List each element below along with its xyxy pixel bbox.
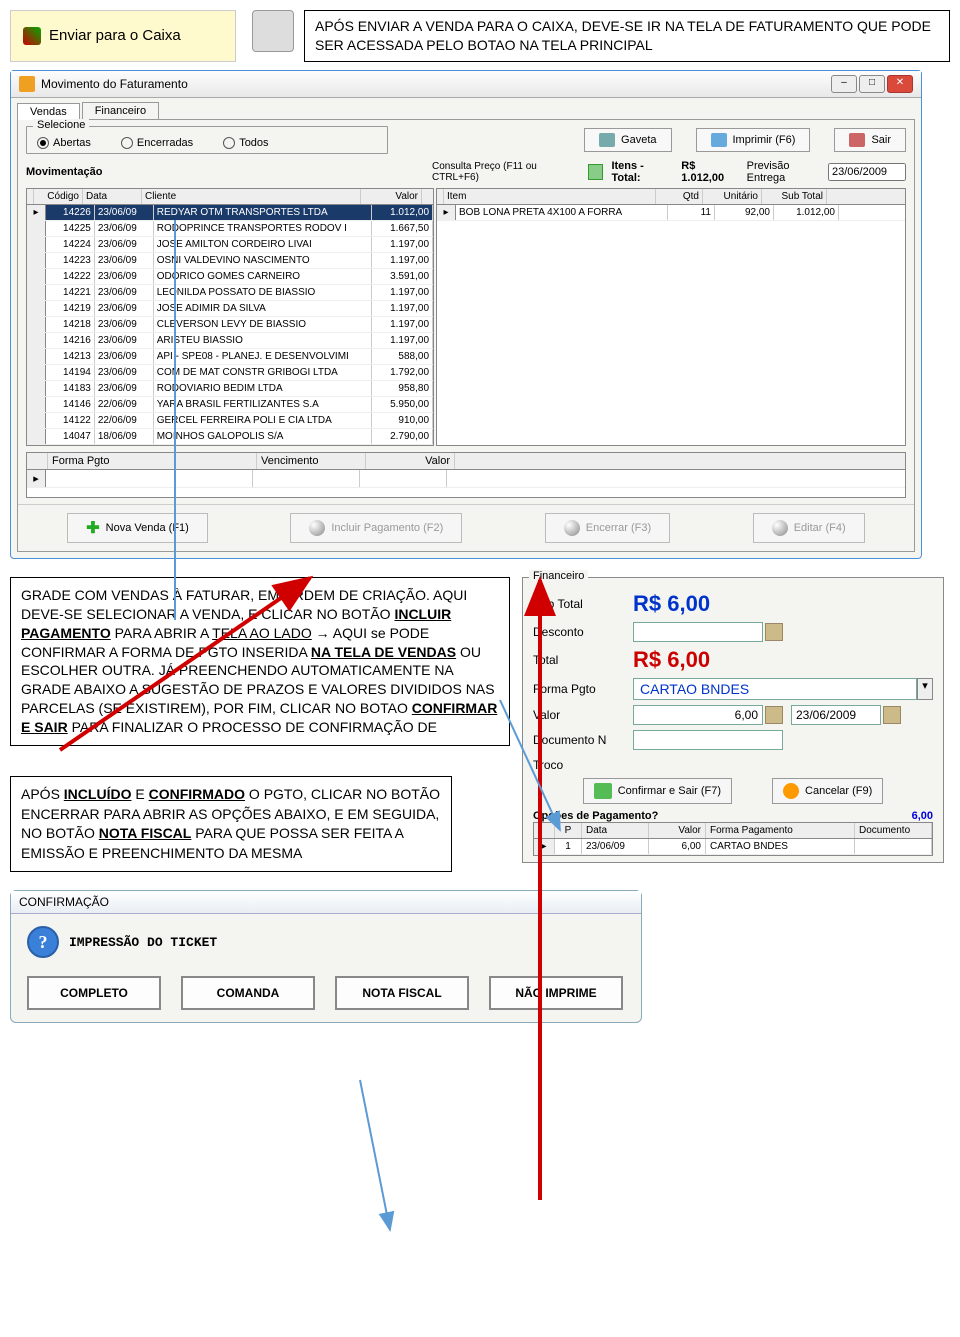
itens-grid[interactable]: Item Qtd Unitário Sub Total ▸BOB LONA PR… — [436, 188, 906, 446]
nao-imprime-button[interactable]: NÃO IMPRIME — [489, 976, 623, 1010]
previsao-input[interactable] — [828, 163, 906, 181]
confirm-title: CONFIRMAÇÃO — [11, 891, 641, 914]
faturamento-window: Movimento do Faturamento – □ ✕ Vendas Fi… — [10, 70, 922, 559]
table-row[interactable]: ▸123/06/096,00CARTAO BNDES — [534, 839, 932, 855]
chevron-down-icon[interactable]: ▾ — [917, 678, 933, 700]
gaveta-button[interactable]: Gaveta — [584, 128, 671, 152]
coin-icon — [309, 520, 325, 536]
close-button[interactable]: ✕ — [887, 75, 913, 93]
table-row[interactable]: ▸1422623/06/09REDYAR OTM TRANSPORTES LTD… — [27, 205, 433, 221]
encerrar-button[interactable]: Encerrar (F3) — [545, 513, 670, 543]
incluir-pagamento-button[interactable]: Incluir Pagamento (F2) — [290, 513, 462, 543]
table-row[interactable]: 1421823/06/09CLEVERSON LEVY DE BIASSIO1.… — [27, 317, 433, 333]
calc-icon[interactable] — [765, 623, 783, 641]
radio-todos[interactable]: Todos — [223, 137, 268, 149]
financeiro-panel: Financeiro Sub TotalR$ 6,00 Desconto Tot… — [522, 577, 944, 863]
tab-financeiro[interactable]: Financeiro — [82, 102, 159, 119]
maximize-button[interactable]: □ — [859, 75, 885, 93]
desconto-input[interactable] — [633, 622, 763, 642]
mid-callout: GRADE COM VENDAS À FATURAR, EM ORDEM DE … — [10, 577, 510, 746]
table-row[interactable]: 1414622/06/09YARA BRASIL FERTILIZANTES S… — [27, 397, 433, 413]
calendar-icon[interactable] — [883, 706, 901, 724]
confirm-message: IMPRESSÃO DO TICKET — [69, 935, 217, 950]
movimentacao-label: Movimentação — [26, 166, 424, 178]
question-icon: ? — [27, 926, 59, 958]
table-row[interactable]: 1421623/06/09ARISTEU BIASSIO1.197,00 — [27, 333, 433, 349]
table-row[interactable]: 1422523/06/09RODOPRINCE TRANSPORTES RODO… — [27, 221, 433, 237]
imprimir-button[interactable]: Imprimir (F6) — [696, 128, 811, 152]
radio-encerradas[interactable]: Encerradas — [121, 137, 193, 149]
total-value: R$ 6,00 — [633, 647, 710, 673]
subtotal-value: R$ 6,00 — [633, 591, 710, 617]
itens-total-label: Itens - Total: — [611, 160, 673, 184]
table-row[interactable]: 1422123/06/09LEONILDA POSSATO DE BIASSIO… — [27, 285, 433, 301]
forma-pgto-grid[interactable]: Forma Pgto Vencimento Valor ▸ — [26, 452, 906, 498]
table-row[interactable]: 1421923/06/09JOSE ADIMIR DA SILVA1.197,0… — [27, 301, 433, 317]
table-row[interactable]: 1422323/06/09OSNI VALDEVINO NASCIMENTO1.… — [27, 253, 433, 269]
encerrar-callout: APÓS INCLUÍDO E CONFIRMADO O PGTO, CLICA… — [10, 776, 452, 872]
table-row[interactable]: 1422223/06/09ODORICO GOMES CARNEIRO3.591… — [27, 269, 433, 285]
table-row[interactable]: 1412222/06/09GERCEL FERREIRA POLI E CIA … — [27, 413, 433, 429]
table-row[interactable]: 1418323/06/09RODOVIARIO BEDIM LTDA958,80 — [27, 381, 433, 397]
window-title: Movimento do Faturamento — [41, 77, 188, 91]
table-row[interactable]: 1421323/06/09API - SPE08 - PLANEJ. E DES… — [27, 349, 433, 365]
plus-icon: ✚ — [86, 518, 99, 538]
opcoes-pagamento-grid[interactable]: P Data Valor Forma Pagamento Documento ▸… — [533, 822, 933, 856]
sphere-icon — [772, 520, 788, 536]
drawer-icon — [599, 133, 615, 147]
editar-button[interactable]: Editar (F4) — [753, 513, 865, 543]
consulta-preco-label: Consulta Preço (F11 ou CTRL+F6) — [432, 161, 580, 183]
printer-icon — [711, 133, 727, 147]
table-row[interactable]: 1422423/06/09JOSE AMILTON CORDEIRO LIVAI… — [27, 237, 433, 253]
top-callout: APÓS ENVIAR A VENDA PARA O CAIXA, DEVE-S… — [304, 10, 950, 62]
vendas-grid[interactable]: Código Data Cliente Valor ▸1422623/06/09… — [26, 188, 434, 446]
calc-icon[interactable] — [765, 706, 783, 724]
nota-fiscal-button[interactable]: NOTA FISCAL — [335, 976, 469, 1010]
opg-amount: 6,00 — [912, 810, 933, 822]
forma-pgto-select[interactable]: CARTAO BNDES — [633, 678, 917, 700]
documento-input[interactable] — [633, 730, 783, 750]
titlebar: Movimento do Faturamento – □ ✕ — [11, 71, 921, 98]
radio-abertas[interactable]: Abertas — [37, 137, 91, 149]
selecione-group: Selecione Abertas Encerradas Todos — [26, 126, 388, 154]
comanda-button[interactable]: COMANDA — [181, 976, 315, 1010]
nova-venda-button[interactable]: ✚Nova Venda (F1) — [67, 513, 208, 543]
enviar-para-caixa-button[interactable]: Enviar para o Caixa — [10, 10, 236, 62]
itens-total-value: R$ 1.012,00 — [681, 160, 738, 184]
cancelar-button[interactable]: Cancelar (F9) — [772, 778, 883, 804]
sair-button[interactable]: Sair — [834, 128, 906, 152]
table-row[interactable]: ▸BOB LONA PRETA 4X100 A FORRA1192,001.01… — [437, 205, 905, 221]
tab-vendas[interactable]: Vendas — [17, 103, 80, 120]
cash-register-icon — [252, 10, 294, 52]
valor-date-input[interactable] — [791, 705, 881, 725]
confirmacao-dialog: CONFIRMAÇÃO ? IMPRESSÃO DO TICKET COMPLE… — [10, 890, 642, 1023]
app-icon — [19, 76, 35, 92]
check-icon — [594, 783, 612, 799]
exit-icon — [849, 133, 865, 147]
table-row[interactable]: 1419423/06/09COM DE MAT CONSTR GRIBOGI L… — [27, 365, 433, 381]
enviar-label: Enviar para o Caixa — [49, 27, 181, 44]
cancel-icon — [783, 783, 799, 799]
previsao-label: Previsão Entrega — [747, 160, 824, 184]
troco-label: Troco — [533, 758, 933, 772]
sphere-icon — [564, 520, 580, 536]
table-row[interactable]: 1404718/06/09MOINHOS GALOPOLIS S/A2.790,… — [27, 429, 433, 445]
valor-input[interactable] — [633, 705, 763, 725]
minimize-button[interactable]: – — [831, 75, 857, 93]
refresh-icon[interactable] — [588, 164, 603, 180]
completo-button[interactable]: COMPLETO — [27, 976, 161, 1010]
confirmar-sair-button[interactable]: Confirmar e Sair (F7) — [583, 778, 732, 804]
send-icon — [23, 27, 41, 45]
